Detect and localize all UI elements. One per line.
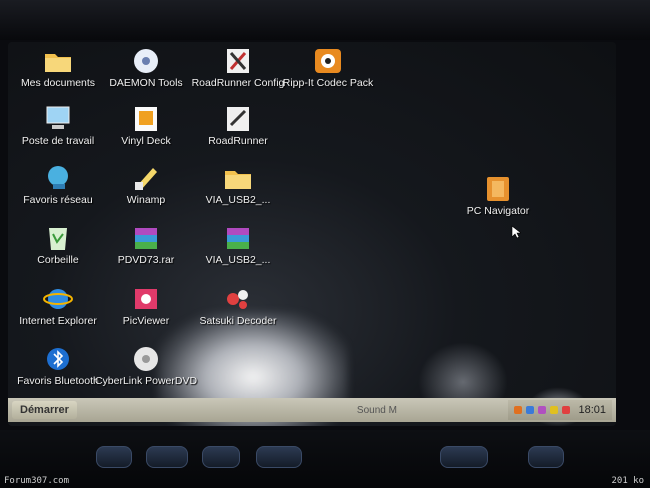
icon-label: RoadRunner bbox=[208, 135, 268, 147]
desktop-icon-powerdvd[interactable]: CyberLink PowerDVD bbox=[94, 344, 198, 387]
desktop-icon-pdvd73[interactable]: PDVD73.rar bbox=[98, 223, 194, 266]
desktop-icon-poste-de-travail[interactable]: Poste de travail bbox=[10, 104, 106, 147]
hardware-button[interactable] bbox=[528, 446, 564, 468]
desktop-icon-favoris-reseau[interactable]: Favoris réseau bbox=[10, 163, 106, 206]
desktop-icon-via-usb2-archive[interactable]: VIA_USB2_... bbox=[190, 223, 286, 266]
desktop-icon-roadrunner-config[interactable]: RoadRunner Config bbox=[190, 46, 286, 89]
computer-icon bbox=[41, 104, 75, 134]
desktop-icon-roadrunner[interactable]: RoadRunner bbox=[190, 104, 286, 147]
tray-icon[interactable] bbox=[550, 406, 559, 414]
taskbar-item[interactable]: Sound M bbox=[357, 405, 397, 416]
pc-navigator-icon bbox=[481, 174, 515, 204]
recycle-bin-icon bbox=[41, 223, 75, 253]
icon-label: RoadRunner Config bbox=[191, 77, 285, 89]
satsuki-icon bbox=[221, 284, 255, 314]
tray-icon[interactable] bbox=[514, 406, 523, 414]
rar-archive-icon bbox=[129, 223, 163, 253]
folder-icon bbox=[221, 163, 255, 193]
roadrunner-icon bbox=[221, 104, 255, 134]
icon-label: Winamp bbox=[126, 194, 166, 206]
system-tray: 18:01 bbox=[508, 400, 612, 420]
rar-archive-icon bbox=[221, 223, 255, 253]
icon-label: PicViewer bbox=[122, 315, 170, 327]
tray-icon[interactable] bbox=[526, 406, 535, 414]
desktop-icon-pc-navigator[interactable]: PC Navigator bbox=[450, 174, 546, 217]
daemon-tools-icon bbox=[129, 46, 163, 76]
network-icon bbox=[41, 163, 75, 193]
desktop-icon-picviewer[interactable]: PicViewer bbox=[98, 284, 194, 327]
desktop-icon-corbeille[interactable]: Corbeille bbox=[10, 223, 106, 266]
desktop-icon-favoris-bluetooth[interactable]: Favoris Bluetooth bbox=[10, 344, 106, 387]
icon-label: VIA_USB2_... bbox=[205, 194, 271, 206]
codec-pack-icon bbox=[311, 46, 345, 76]
bluetooth-icon bbox=[41, 344, 75, 374]
watermark-left: Forum307.com bbox=[4, 476, 70, 486]
desktop-icon-mes-documents[interactable]: Mes documents bbox=[10, 46, 106, 89]
picviewer-icon bbox=[129, 284, 163, 314]
taskbar: Démarrer Sound M 18:01 bbox=[8, 398, 616, 422]
icon-label: PDVD73.rar bbox=[117, 254, 175, 266]
icon-label: DAEMON Tools bbox=[109, 77, 183, 89]
winamp-icon bbox=[129, 163, 163, 193]
hardware-button[interactable] bbox=[256, 446, 302, 468]
desktop-icon-satsuki[interactable]: Satsuki Decoder bbox=[190, 284, 286, 327]
icon-label: VIA_USB2_... bbox=[205, 254, 271, 266]
vinyl-deck-icon bbox=[129, 104, 163, 134]
power-button[interactable] bbox=[440, 446, 488, 468]
tray-icon[interactable] bbox=[562, 406, 571, 414]
icon-label: Favoris Bluetooth bbox=[17, 375, 99, 387]
icon-label: Ripp-It Codec Pack bbox=[282, 77, 374, 89]
tray-icon[interactable] bbox=[538, 406, 547, 414]
desktop-icon-daemon-tools[interactable]: DAEMON Tools bbox=[98, 46, 194, 89]
desktop-icon-internet-explorer[interactable]: Internet Explorer bbox=[10, 284, 106, 327]
desktop-icon-vinyl-deck[interactable]: Vinyl Deck bbox=[98, 104, 194, 147]
desktop-screen: Mes documents Poste de travail Favoris r… bbox=[8, 42, 616, 426]
clock[interactable]: 18:01 bbox=[578, 404, 606, 416]
start-label: Démarrer bbox=[20, 404, 69, 416]
monitor-bezel-top bbox=[0, 0, 650, 40]
icon-label: Internet Explorer bbox=[19, 315, 97, 327]
icon-label: Favoris réseau bbox=[23, 194, 93, 206]
roadrunner-config-icon bbox=[221, 46, 255, 76]
internet-explorer-icon bbox=[41, 284, 75, 314]
icon-label: Satsuki Decoder bbox=[199, 315, 277, 327]
icon-label: CyberLink PowerDVD bbox=[94, 375, 198, 387]
desktop-icon-via-usb2-folder[interactable]: VIA_USB2_... bbox=[190, 163, 286, 206]
watermark-right: 201 ko bbox=[611, 476, 644, 486]
icon-label: Corbeille bbox=[37, 254, 79, 266]
icon-label: Mes documents bbox=[20, 77, 96, 89]
mouse-cursor-icon bbox=[511, 225, 522, 244]
hardware-button[interactable] bbox=[146, 446, 188, 468]
folder-icon bbox=[41, 46, 75, 76]
hardware-button[interactable] bbox=[202, 446, 240, 468]
powerdvd-icon bbox=[129, 344, 163, 374]
icon-label: Poste de travail bbox=[21, 135, 95, 147]
desktop-icon-winamp[interactable]: Winamp bbox=[98, 163, 194, 206]
desktop-icon-ripp-it-codec-pack[interactable]: Ripp-It Codec Pack bbox=[280, 46, 376, 89]
hardware-button[interactable] bbox=[96, 446, 132, 468]
icon-label: PC Navigator bbox=[466, 205, 530, 217]
icon-label: Vinyl Deck bbox=[121, 135, 171, 147]
start-button[interactable]: Démarrer bbox=[12, 401, 77, 419]
